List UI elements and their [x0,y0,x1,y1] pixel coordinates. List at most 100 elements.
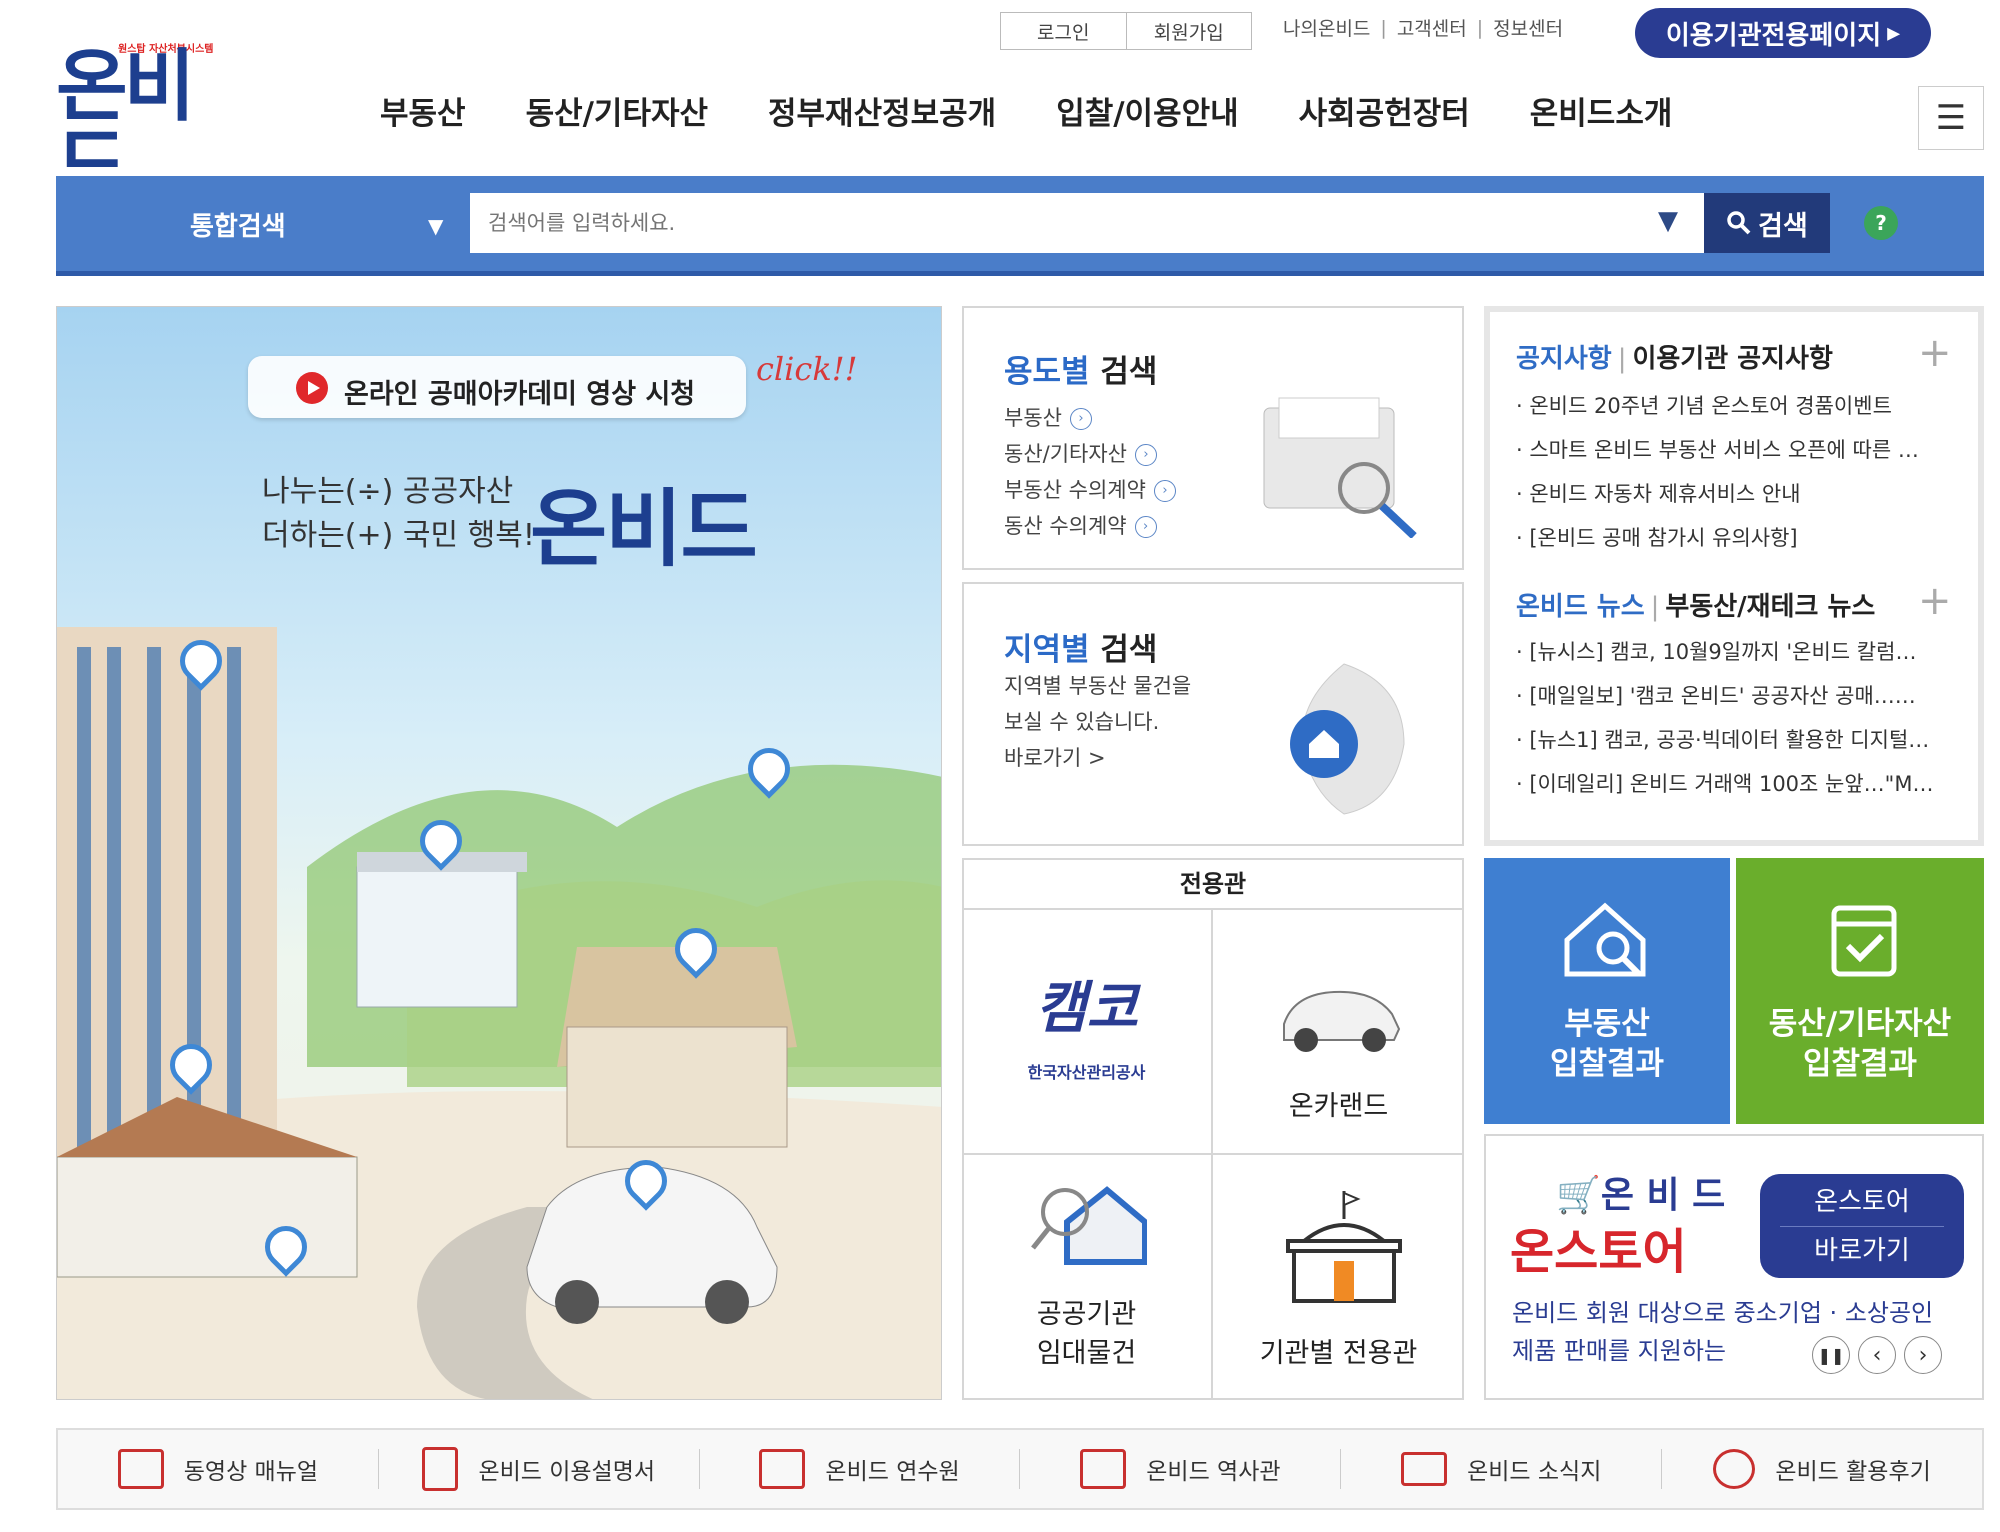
checklist-icon [1831,905,1897,977]
util-links: 나의온비드 | 고객센터 | 정보센터 [1283,14,1563,41]
usage-item[interactable]: 동산/기타자산 › [1004,436,1176,472]
usage-search-title: 용도별 검색 [1004,354,1158,390]
history-hall-link[interactable]: 온비드 역사관 [1020,1449,1342,1489]
list-item[interactable]: · 온비드 20주년 기념 온스토어 경품이벤트 [1516,384,1919,428]
nav-bid-guide[interactable]: 입찰/이용안내 [1056,88,1238,133]
onstore-btn-line1: 온스토어 [1814,1187,1910,1217]
nav-gov-property[interactable]: 정부재산정보공개 [768,88,996,133]
notice-panel: 공지사항 | 이용기관 공지사항 + · 온비드 20주년 기념 온스토어 경품이벤… [1484,306,1984,846]
oncarland-link[interactable]: 온카랜드 [1213,910,1464,1155]
store-brand-main: 온스토어 [1510,1224,1687,1280]
plus-icon[interactable]: + [1918,578,1952,624]
agency-dedicated-link[interactable]: 기관별 전용관 [1213,1155,1464,1400]
list-item[interactable]: · 온비드 자동차 제휴서비스 안내 [1516,472,1919,516]
tab-realestate-news[interactable]: 부동산/재테크 뉴스 [1665,592,1875,622]
search-button[interactable]: 검색 [1704,193,1830,253]
onstore-banner[interactable]: 🛒온 비 드 온스토어 온스토어 바로가기 온비드 회원 대상으로 중소기업 ·… [1484,1134,1984,1400]
usage-item[interactable]: 동산 수의계약 › [1004,508,1176,544]
clipboard-icon [422,1447,459,1491]
bottom-quicklinks: 동영상 매뉴얼 온비드 이용설명서 온비드 연수원 온비드 역사관 온비드 소식… [56,1428,1984,1510]
realestate-bid-result-tile[interactable]: 부동산 입찰결과 [1484,858,1730,1124]
car-icon [1282,990,1400,1052]
nav-real-estate[interactable]: 부동산 [380,88,466,133]
onstore-btn-line2: 바로가기 [1780,1226,1944,1275]
history-hall-label: 온비드 역사관 [1146,1459,1281,1485]
public-rental-link[interactable]: 공공기관 임대물건 [962,1155,1213,1400]
info-center-link[interactable]: 정보센터 [1493,14,1563,41]
search-dropdown-icon[interactable]: ▼ [1658,206,1678,236]
korea-map-icon [1290,663,1405,815]
academy-video-banner[interactable]: 온라인 공매아카데미 영상 시청 [248,356,746,418]
usage-item[interactable]: 부동산 › [1004,400,1176,436]
customer-center-link[interactable]: 고객센터 [1397,14,1467,41]
tab-org-notice[interactable]: 이용기관 공지사항 [1632,344,1832,374]
movables-bid-result-tile[interactable]: 동산/기타자산 입찰결과 [1736,858,1984,1124]
chevron-right-icon: › [1135,444,1157,466]
list-item[interactable]: · [온비드 공매 참가시 유의사항] [1516,516,1919,560]
public-rental-label1: 공공기관 [1036,1299,1137,1330]
video-manual-link[interactable]: 동영상 매뉴얼 [58,1449,379,1489]
kamco-logo: 캠코 [1034,976,1139,1041]
caret-right-icon: ▸ [1887,18,1901,48]
magnifier-icon [1727,211,1751,235]
my-onbid-link[interactable]: 나의온비드 [1283,14,1370,41]
click-text: click!! [756,350,858,388]
speech-bubble-icon [1713,1449,1756,1489]
list-item[interactable]: · [뉴시스] 캠코, 10월9일까지 '온비드 칼럼… [1516,630,1933,674]
slogan-line1: 나누는(÷) 공공자산 [262,474,514,509]
hamburger-menu-icon[interactable]: ☰ [1918,86,1984,150]
house-search-icon [1564,902,1646,977]
tile-label1: 동산/기타자산 [1768,1006,1952,1042]
reviews-link[interactable]: 온비드 활용후기 [1662,1449,1982,1489]
tab-onbid-news[interactable]: 온비드 뉴스 [1516,592,1645,622]
region-go-link[interactable]: 바로가기 > [1004,740,1191,776]
chevron-right-icon: › [1069,408,1092,430]
nav-social-market[interactable]: 사회공헌장터 [1299,88,1470,133]
oncarland-label: 온카랜드 [1288,1091,1389,1122]
main-nav: 부동산 동산/기타자산 정부재산정보공개 입찰/이용안내 사회공헌장터 온비드소… [380,88,1732,133]
search-category[interactable]: 통합검색 [190,206,286,243]
tab-notice[interactable]: 공지사항 [1516,344,1612,374]
cart-icon: 🛒 [1556,1175,1601,1216]
notice-tabs: 공지사항 | 이용기관 공지사항 [1516,344,1833,374]
house-search-icon [1030,1186,1147,1265]
chevron-left-icon[interactable]: ‹ [1858,1336,1896,1374]
org-page-button[interactable]: 이용기관전용페이지 ▸ [1635,8,1931,58]
help-icon[interactable]: ? [1864,206,1898,240]
tile-label2: 입찰결과 [1802,1046,1918,1082]
onstore-go-button[interactable]: 온스토어 바로가기 [1760,1174,1964,1278]
pause-icon[interactable]: ❚❚ [1812,1336,1850,1374]
kamco-link[interactable]: 캠코 한국자산관리공사 [962,910,1213,1155]
usage-item[interactable]: 부동산 수의계약 › [1004,472,1176,508]
newsletter-link[interactable]: 온비드 소식지 [1341,1449,1663,1489]
tile-label1: 부동산 [1564,1006,1650,1042]
chevron-right-icon[interactable]: › [1904,1336,1942,1374]
notice-list: · 온비드 20주년 기념 온스토어 경품이벤트 · 스마트 온비드 부동산 서… [1516,384,1919,560]
auth-box: 로그인 회원가입 [1000,12,1252,50]
list-item[interactable]: · [매일일보] '캠코 온비드' 공공자산 공매…… [1516,674,1933,718]
region-search-card[interactable]: 지역별 검색 지역별 부동산 물건을 보실 수 있습니다. 바로가기 > [962,582,1464,846]
org-page-label: 이용기관전용페이지 [1665,20,1882,51]
public-rental-label2: 임대물건 [1036,1338,1137,1369]
login-link[interactable]: 로그인 [1001,13,1126,49]
kamco-subtitle: 한국자산관리공사 [1027,1063,1146,1082]
nav-about[interactable]: 온비드소개 [1530,88,1673,133]
list-item[interactable]: · [이데일리] 온비드 거래액 100조 눈앞…"M… [1516,762,1933,806]
join-link[interactable]: 회원가입 [1125,13,1252,49]
store-brand-small: 🛒온 비 드 [1556,1175,1726,1216]
usage-search-list: 부동산 › 동산/기타자산 › 부동산 수의계약 › 동산 수의계약 › [1004,400,1176,544]
search-input[interactable] [470,193,1704,253]
chevron-right-icon: › [1153,480,1176,502]
newsletter-label: 온비드 소식지 [1467,1459,1602,1485]
user-guide-link[interactable]: 온비드 이용설명서 [379,1447,700,1491]
training-center-link[interactable]: 온비드 연수원 [700,1449,1021,1489]
plus-icon[interactable]: + [1918,330,1952,376]
triangle-down-icon[interactable]: ▼ [428,214,443,238]
list-item[interactable]: · 스마트 온비드 부동산 서비스 오픈에 따른 … [1516,428,1919,472]
envelope-icon [1401,1452,1448,1486]
nav-movables[interactable]: 동산/기타자산 [526,88,708,133]
carousel-controls: ❚❚ ‹ › [1812,1336,1942,1374]
list-item[interactable]: · [뉴스1] 캠코, 공공·빅데이터 활용한 디지털… [1516,718,1933,762]
site-logo[interactable]: 원스탑 자산처분시스템 온비드 [56,40,246,204]
list-icon [1080,1449,1127,1489]
